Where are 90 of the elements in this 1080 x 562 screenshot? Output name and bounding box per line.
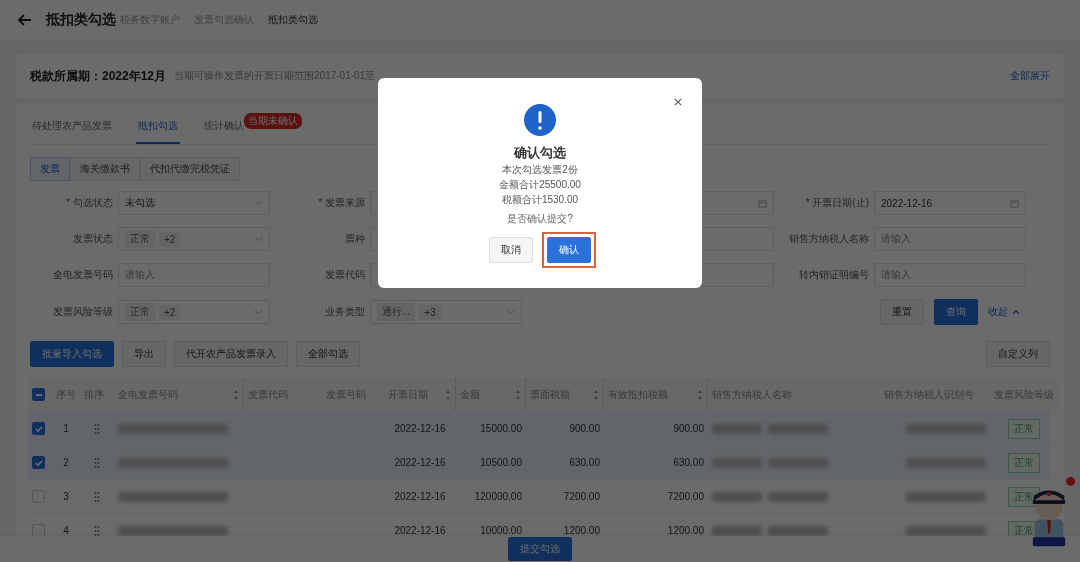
table-cell: 630.00 [569, 457, 600, 468]
tax-period: 税款所属期：2022年12月 [30, 67, 167, 85]
row-number: 2 [63, 457, 69, 468]
breadcrumb-item: 抵扣类勾选 [268, 13, 318, 27]
action-button[interactable]: 代开农产品发票录入 [174, 341, 288, 367]
table-cell: 2022-12-16 [394, 423, 446, 434]
segment-tab[interactable]: 海关缴款书 [70, 157, 140, 181]
customize-columns-button[interactable]: 自定义列 [986, 341, 1050, 367]
submit-button[interactable]: 提交勾选 [508, 537, 572, 561]
collapse-link[interactable]: 收起 [988, 305, 1008, 319]
search-button[interactable]: 查询 [934, 299, 978, 325]
dialog-button[interactable]: 确认 [547, 237, 591, 263]
check-icon [33, 423, 44, 434]
table-cell: 2022-12-16 [394, 491, 446, 502]
table-cell: 120000.00 [474, 491, 522, 502]
blurred-text [712, 423, 762, 434]
filter-label: * 发票来源 [317, 196, 365, 210]
table-cell: 7200.00 [667, 491, 704, 502]
filter-label: 转内销证明编号 [798, 268, 869, 282]
action-button[interactable]: 导出 [122, 341, 166, 367]
table-cell: 2022-12-16 [394, 525, 446, 536]
sort-icon[interactable] [515, 388, 521, 401]
filter-label: 发票状态 [72, 232, 113, 246]
reset-button[interactable]: 重置 [880, 299, 924, 325]
row-number: 4 [63, 525, 69, 536]
caret-icon [506, 309, 515, 315]
blurred-text [768, 491, 828, 502]
calendar-icon [758, 198, 767, 208]
drag-handle-icon[interactable] [94, 490, 100, 503]
filter-label: 发票风险等级 [52, 305, 113, 319]
chevron-up-icon[interactable] [1012, 309, 1020, 315]
blurred-text [712, 525, 762, 536]
drag-handle-icon[interactable] [94, 422, 100, 435]
table-cell: 7200.00 [563, 491, 600, 502]
calendar-icon [1010, 198, 1019, 208]
blurred-text [768, 423, 828, 434]
table-cell: 1200.00 [563, 525, 600, 536]
table-cell: 630.00 [673, 457, 704, 468]
table-cell: 15000.00 [480, 423, 522, 434]
close-icon[interactable] [674, 98, 682, 106]
caret-icon [254, 200, 263, 206]
date-field[interactable]: 2022-12-16 [874, 191, 1026, 215]
caret-icon [254, 309, 263, 315]
sort-icon[interactable] [233, 388, 239, 401]
risk-tag: 正常 [1008, 418, 1040, 439]
table-cell: 10000.00 [480, 525, 522, 536]
table-cell: 10500.00 [480, 457, 522, 468]
filter-label: * 勾选状态 [65, 196, 113, 210]
table-cell: 2022-12-16 [394, 457, 446, 468]
drag-handle-icon[interactable] [94, 456, 100, 469]
blurred-text [712, 457, 762, 468]
row-number: 3 [63, 491, 69, 502]
blurred-text [768, 525, 828, 536]
dialog-text: 金额合计25500.00 [499, 178, 581, 192]
select-all-checkbox[interactable] [32, 388, 45, 401]
blurred-text [768, 457, 828, 468]
warning-icon [524, 104, 556, 136]
dialog-button[interactable]: 取消 [489, 237, 533, 263]
page-title: 抵扣类勾选 [46, 11, 116, 29]
action-button[interactable]: 全部勾选 [296, 341, 360, 367]
filter-label: 全电发票号码 [52, 268, 113, 282]
row-checkbox[interactable] [32, 456, 45, 469]
risk-tag: 正常 [1008, 452, 1040, 473]
check-icon [33, 457, 44, 468]
expand-link[interactable]: 全部展开 [1010, 69, 1050, 83]
dialog-text: 税额合计1530.00 [501, 193, 579, 207]
sort-icon[interactable] [697, 388, 703, 401]
filter-label: 发票代码 [324, 268, 365, 282]
action-button[interactable]: 批量导入勾选 [30, 341, 114, 367]
filter-label: 票种 [344, 232, 365, 246]
drag-handle-icon[interactable] [94, 524, 100, 537]
table-cell: 900.00 [569, 423, 600, 434]
segment-tab[interactable]: 发票 [30, 157, 70, 181]
sort-icon[interactable] [593, 388, 599, 401]
sort-icon[interactable] [445, 388, 451, 401]
select-field[interactable]: 未勾选 [118, 191, 270, 215]
caret-icon [254, 236, 263, 242]
dialog-title: 确认勾选 [514, 144, 566, 162]
row-checkbox[interactable] [32, 422, 45, 435]
row-number: 1 [63, 423, 69, 434]
back-icon[interactable] [18, 14, 32, 26]
status-badge: 当期未确认 [244, 113, 302, 129]
dialog-question: 是否确认提交? [507, 212, 573, 226]
table-cell: 900.00 [673, 423, 704, 434]
tab[interactable]: 抵扣勾选 [136, 111, 180, 144]
table-cell: 1200.00 [667, 525, 704, 536]
filter-label: 销售方纳税人名称 [788, 232, 869, 246]
segment-tab[interactable]: 代扣代缴完税凭证 [140, 157, 240, 181]
dialog-text: 本次勾选发票2份 [502, 163, 578, 177]
blurred-text [712, 491, 762, 502]
